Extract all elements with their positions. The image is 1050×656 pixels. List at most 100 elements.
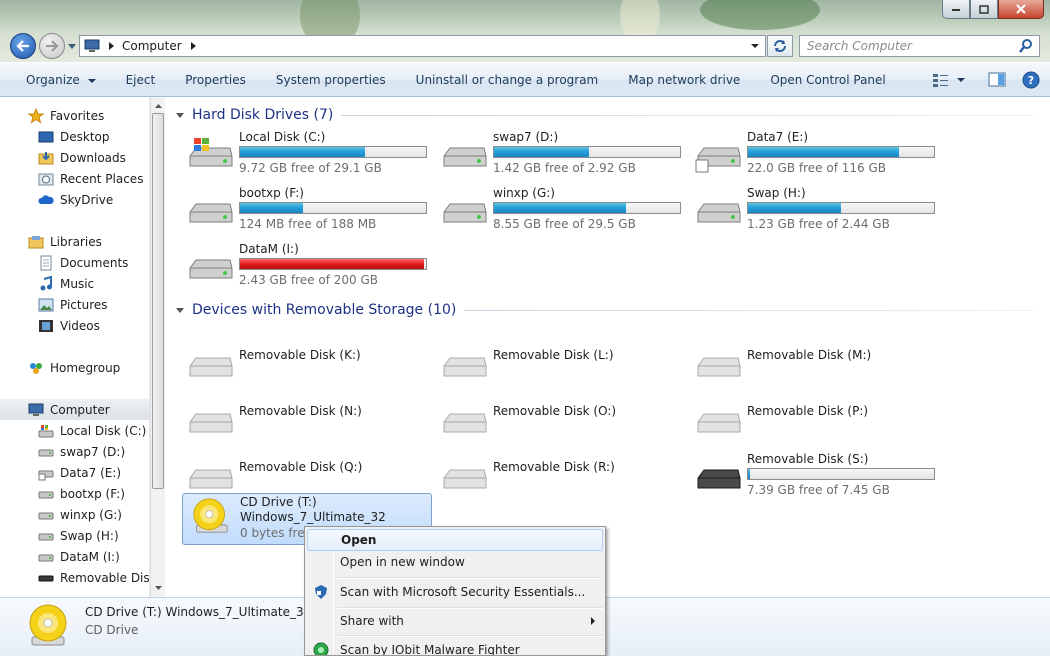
nav-libraries[interactable]: Libraries <box>0 231 149 252</box>
capacity-bar <box>747 468 935 480</box>
nav-computer[interactable]: Computer <box>0 399 149 420</box>
hard-drive-icon <box>189 259 233 279</box>
minimize-button[interactable] <box>942 0 970 19</box>
menu-item-scan-iobit[interactable]: Scan by IObit Malware Fighter <box>307 639 603 656</box>
removable-disk-tile[interactable]: Removable Disk (O:) <box>436 396 686 450</box>
scroll-up-icon[interactable] <box>152 99 165 113</box>
menu-item-share-with[interactable]: Share with <box>307 610 603 632</box>
nav-drive-c[interactable]: Local Disk (C:) <box>0 420 149 441</box>
preview-pane-icon[interactable] <box>988 72 1006 88</box>
removable-drive-icon <box>443 469 487 489</box>
group-removable-storage[interactable]: Devices with Removable Storage (10) <box>166 300 1034 320</box>
drive-name: Removable Disk (O:) <box>493 404 617 418</box>
nav-pane-scrollbar[interactable] <box>150 97 165 597</box>
capacity-bar <box>239 202 427 214</box>
close-icon <box>1016 4 1026 14</box>
maximize-button[interactable] <box>970 0 998 19</box>
scroll-down-icon[interactable] <box>152 581 165 595</box>
drive-name: Data7 (E:) <box>747 130 809 144</box>
refresh-button[interactable] <box>767 35 793 57</box>
more-views-dropdown-icon[interactable] <box>956 76 966 84</box>
forward-button[interactable] <box>39 33 65 59</box>
removable-disk-tile[interactable]: Removable Disk (S:) 7.39 GB free of 7.45 … <box>690 452 940 506</box>
nav-favorites[interactable]: Favorites <box>0 105 149 126</box>
properties-button[interactable]: Properties <box>170 63 261 97</box>
nav-drive-g[interactable]: winxp (G:) <box>0 504 149 525</box>
group-hard-disk-drives[interactable]: Hard Disk Drives (7) <box>166 105 1034 125</box>
open-control-panel-button[interactable]: Open Control Panel <box>755 63 900 97</box>
hard-disk-tile[interactable]: winxp (G:) 8.55 GB free of 29.5 GB <box>436 186 686 240</box>
hard-drive-icon <box>38 465 54 481</box>
details-type: CD Drive <box>85 623 139 637</box>
menu-item-open[interactable]: Open <box>307 529 603 551</box>
computer-icon <box>28 402 44 418</box>
nav-drive-removable[interactable]: Removable Disk ( <box>0 567 149 588</box>
hard-drive-icon <box>443 203 487 223</box>
glass-decoration <box>700 0 820 30</box>
breadcrumb-computer[interactable]: Computer <box>122 39 182 53</box>
hard-drive-icon <box>443 147 487 167</box>
nav-pictures[interactable]: Pictures <box>0 294 149 315</box>
nav-skydrive[interactable]: SkyDrive <box>0 189 149 210</box>
nav-recent-places[interactable]: Recent Places <box>0 168 149 189</box>
menu-label: Scan by IObit Malware Fighter <box>340 643 520 656</box>
drive-name: Removable Disk (P:) <box>747 404 869 418</box>
organize-button[interactable]: Organize <box>0 63 111 97</box>
maximize-icon <box>979 4 989 14</box>
change-view-icon[interactable] <box>932 72 950 88</box>
capacity-bar <box>493 202 681 214</box>
search-box[interactable]: Search Computer <box>799 35 1040 57</box>
content-view: Hard Disk Drives (7) Devices with Remova… <box>166 97 1050 597</box>
nav-label: SkyDrive <box>60 192 114 207</box>
back-button[interactable] <box>10 33 36 59</box>
drive-name: Removable Disk (R:) <box>493 460 615 474</box>
star-icon <box>28 107 44 124</box>
removable-drive-icon <box>189 357 233 377</box>
menu-item-scan-mse[interactable]: Scan with Microsoft Security Essentials.… <box>307 581 603 603</box>
nav-homegroup[interactable]: Homegroup <box>0 357 149 378</box>
system-properties-button[interactable]: System properties <box>261 63 401 97</box>
cd-drive-icon <box>29 604 67 646</box>
hard-disk-tile[interactable]: swap7 (D:) 1.42 GB free of 2.92 GB <box>436 130 686 184</box>
recent-pages-dropdown[interactable] <box>67 40 77 52</box>
nav-drive-d[interactable]: swap7 (D:) <box>0 441 149 462</box>
close-button[interactable] <box>998 0 1044 19</box>
capacity-bar <box>747 202 935 214</box>
nav-drive-f[interactable]: bootxp (F:) <box>0 483 149 504</box>
hard-disk-tile[interactable]: Swap (H:) 1.23 GB free of 2.44 GB <box>690 186 940 240</box>
search-icon[interactable] <box>1018 38 1034 54</box>
removable-disk-tile[interactable]: Removable Disk (Q:) <box>182 452 432 506</box>
collapse-icon <box>176 112 184 118</box>
menu-item-open-new-window[interactable]: Open in new window <box>307 551 603 573</box>
nav-desktop[interactable]: Desktop <box>0 126 149 147</box>
nav-label: Pictures <box>60 297 108 312</box>
nav-label: Swap (H:) <box>60 528 119 543</box>
removable-disk-tile[interactable]: Removable Disk (M:) <box>690 340 940 394</box>
chevron-down-icon[interactable] <box>749 41 761 51</box>
removable-disk-tile[interactable]: Removable Disk (N:) <box>182 396 432 450</box>
nav-music[interactable]: Music <box>0 273 149 294</box>
map-network-drive-button[interactable]: Map network drive <box>613 63 755 97</box>
hard-disk-tile[interactable]: Local Disk (C:) 9.72 GB free of 29.1 GB <box>182 130 432 184</box>
uninstall-program-button[interactable]: Uninstall or change a program <box>401 63 614 97</box>
removable-disk-tile[interactable]: Removable Disk (P:) <box>690 396 940 450</box>
scroll-thumb[interactable] <box>152 113 164 489</box>
nav-videos[interactable]: Videos <box>0 315 149 336</box>
removable-disk-tile[interactable]: Removable Disk (R:) <box>436 452 686 506</box>
downloads-folder-icon <box>38 150 54 166</box>
nav-downloads[interactable]: Downloads <box>0 147 149 168</box>
help-icon[interactable]: ? <box>1022 71 1040 89</box>
hard-disk-tile[interactable]: bootxp (F:) 124 MB free of 188 MB <box>182 186 432 240</box>
eject-button[interactable]: Eject <box>111 63 171 97</box>
removable-disk-tile[interactable]: Removable Disk (K:) <box>182 340 432 394</box>
hard-drive-icon <box>189 138 233 167</box>
removable-disk-tile[interactable]: Removable Disk (L:) <box>436 340 686 394</box>
hard-disk-tile[interactable]: Data7 (E:) 22.0 GB free of 116 GB <box>690 130 940 184</box>
search-input[interactable]: Search Computer <box>800 39 1018 53</box>
nav-drive-i[interactable]: DataM (I:) <box>0 546 149 567</box>
nav-drive-h[interactable]: Swap (H:) <box>0 525 149 546</box>
hard-disk-tile[interactable]: DataM (I:) 2.43 GB free of 200 GB <box>182 242 432 296</box>
nav-documents[interactable]: Documents <box>0 252 149 273</box>
address-bar[interactable]: Computer <box>79 35 766 57</box>
nav-drive-e[interactable]: Data7 (E:) <box>0 462 149 483</box>
